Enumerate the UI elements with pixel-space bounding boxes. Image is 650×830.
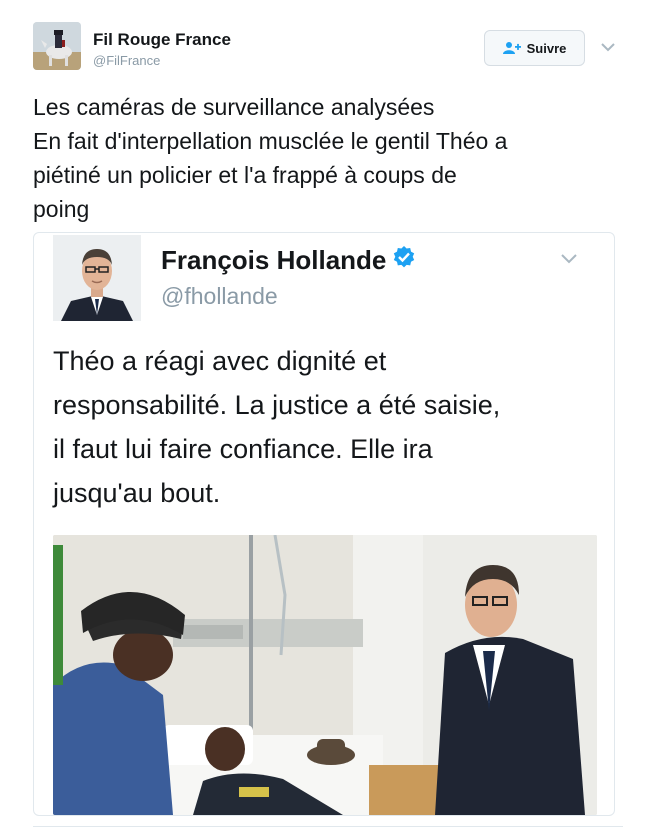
quoted-text-line: Théo a réagi avec dignité et [53,346,387,376]
quoted-author-avatar[interactable] [53,235,141,321]
quoted-text-line: jusqu'au bout. [53,478,221,508]
quoted-author-name[interactable]: François Hollande [161,245,416,276]
quoted-text-line: il faut lui faire confiance. Elle ira [53,434,433,464]
quoted-tweet-card[interactable]: François Hollande @fhollande Théo a réag… [33,232,615,816]
tweet-text: Les caméras de surveillance analysées En… [33,90,623,226]
chevron-down-icon[interactable] [560,251,578,265]
quoted-tweet-text: Théo a réagi avec dignité et responsabil… [53,339,603,515]
add-user-icon [502,41,521,55]
chevron-down-icon[interactable] [600,40,616,52]
avatar-image [33,22,81,70]
tweet-text-line: piétiné un policier et l'a frappé à coup… [33,162,457,188]
verified-badge-icon [392,245,416,276]
tweet-text-line: Les caméras de surveillance analysées [33,94,435,120]
quoted-avatar-image [53,235,141,321]
tweet-text-line: poing [33,196,90,222]
tweet-text-line: En fait d'interpellation musclée le gent… [33,128,508,154]
author-handle[interactable]: @FilFrance [93,53,160,68]
quoted-author-handle[interactable]: @fhollande [161,283,278,310]
quoted-author-name-text: François Hollande [161,245,387,275]
follow-label: Suivre [526,40,567,56]
divider [33,826,623,827]
author-name[interactable]: Fil Rouge France [93,30,231,50]
hospital-photo [53,535,597,815]
author-avatar[interactable] [33,22,81,70]
follow-button[interactable]: Suivre [484,30,585,66]
quoted-tweet-photo[interactable] [53,535,597,815]
quoted-text-line: responsabilité. La justice a été saisie, [53,390,501,420]
